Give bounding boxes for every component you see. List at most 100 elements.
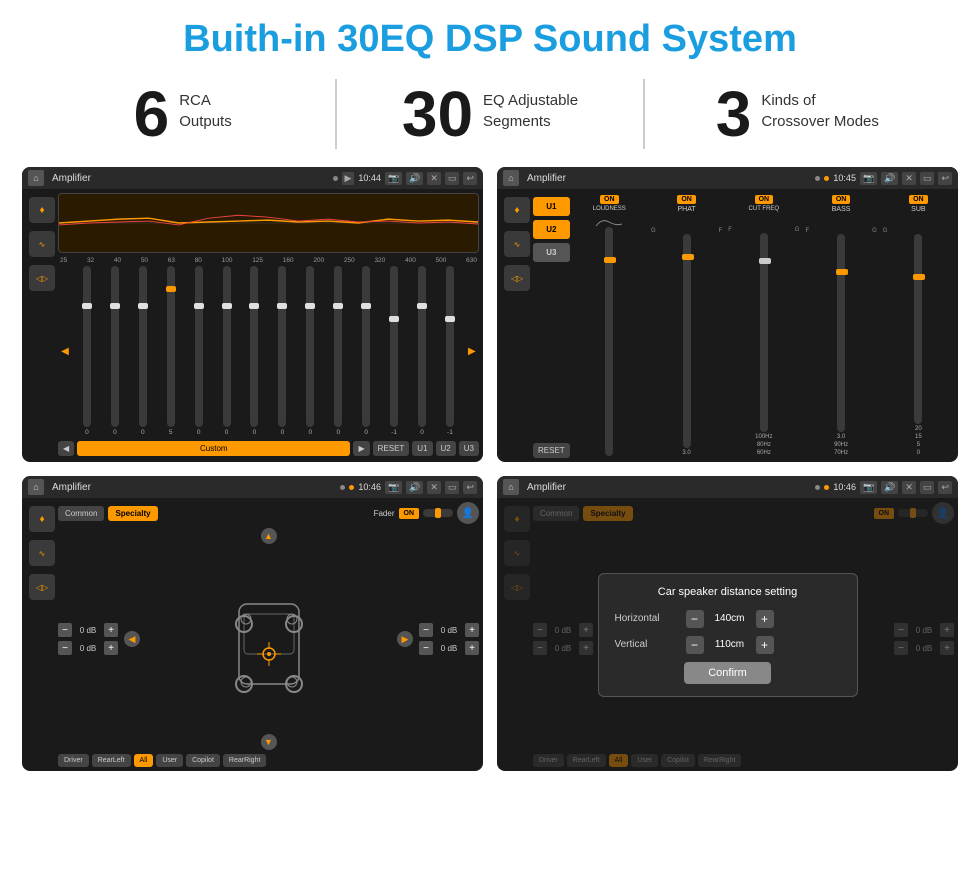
cross-reset-btn[interactable]: RESET [533, 443, 570, 458]
eq-slider-4[interactable]: 0 [186, 266, 212, 436]
eq-slider-0[interactable]: 0 [74, 266, 100, 436]
ch-sub-slider[interactable] [914, 234, 922, 424]
home-icon-3[interactable]: ⌂ [28, 479, 44, 495]
vol-plus-0[interactable]: + [104, 623, 118, 637]
eq-slider-5[interactable]: 0 [214, 266, 240, 436]
eq-arrow-left[interactable]: ◀ [58, 266, 72, 436]
volume-icon-3[interactable]: 🔊 [406, 481, 423, 494]
home-icon-1[interactable]: ⌂ [28, 170, 44, 186]
back-icon-1[interactable]: ↩ [463, 172, 477, 185]
fader-speaker-btn[interactable]: ◁▷ [29, 574, 55, 600]
cross-u1-btn[interactable]: U1 [533, 197, 570, 216]
cross-speaker-btn[interactable]: ◁▷ [504, 265, 530, 291]
fader-center-diagram: ▲ ▼ ◀ ▶ [124, 528, 413, 750]
dialog-horizontal-minus[interactable]: − [686, 610, 704, 628]
ch-sub-on[interactable]: ON [909, 195, 928, 204]
volume-icon-1[interactable]: 🔊 [406, 172, 423, 185]
eq-slider-12[interactable]: 0 [409, 266, 435, 436]
close-icon-1[interactable]: ✕ [427, 172, 441, 185]
pos-rearleft-btn[interactable]: RearLeft [92, 754, 131, 767]
eq-speaker-btn[interactable]: ◁▷ [29, 265, 55, 291]
home-icon-4[interactable]: ⌂ [503, 479, 519, 495]
vol-plus-3[interactable]: + [465, 641, 479, 655]
arrow-up-btn[interactable]: ▲ [261, 528, 277, 544]
eq-slider-8[interactable]: 0 [297, 266, 323, 436]
eq-slider-1[interactable]: 0 [102, 266, 128, 436]
ch-cutfreq-slider[interactable] [760, 233, 768, 432]
vol-plus-1[interactable]: + [104, 641, 118, 655]
pos-all-btn[interactable]: All [134, 754, 154, 767]
eq-slider-9[interactable]: 0 [325, 266, 351, 436]
eq-wave-btn[interactable]: ∿ [29, 231, 55, 257]
ch-phat-on[interactable]: ON [677, 195, 696, 204]
vol-minus-0[interactable]: − [58, 623, 72, 637]
cross-tune-btn[interactable]: ♦ [504, 197, 530, 223]
cross-u2-btn[interactable]: U2 [533, 220, 570, 239]
fader-on-badge[interactable]: ON [399, 508, 420, 519]
eq-slider-10[interactable]: 0 [353, 266, 379, 436]
vol-plus-2[interactable]: + [465, 623, 479, 637]
eq-u2-btn[interactable]: U2 [436, 441, 456, 456]
eq-slider-13[interactable]: -1 [437, 266, 463, 436]
close-icon-3[interactable]: ✕ [427, 481, 441, 494]
eq-play-btn[interactable]: ▶ [353, 441, 369, 456]
eq-slider-3[interactable]: 5 [158, 266, 184, 436]
pos-user-btn[interactable]: User [156, 754, 183, 767]
camera-icon-4: 📷 [860, 481, 877, 494]
cross-wave-btn[interactable]: ∿ [504, 231, 530, 257]
stat-number-30: 30 [402, 82, 473, 146]
fader-tune-btn[interactable]: ♦ [29, 506, 55, 532]
eq-reset-btn[interactable]: RESET [373, 441, 410, 456]
ch-bass-on[interactable]: ON [832, 195, 851, 204]
fader-slider-h[interactable] [423, 509, 453, 517]
dialog-row-vertical: Vertical − 110cm + [615, 636, 841, 654]
eq-u3-btn[interactable]: U3 [459, 441, 479, 456]
back-icon-2[interactable]: ↩ [938, 172, 952, 185]
pos-driver-btn[interactable]: Driver [58, 754, 89, 767]
arrow-down-btn[interactable]: ▼ [261, 734, 277, 750]
back-icon-4[interactable]: ↩ [938, 481, 952, 494]
eq-tune-btn[interactable]: ♦ [29, 197, 55, 223]
eq-slider-6[interactable]: 0 [242, 266, 268, 436]
arrow-right-btn[interactable]: ▶ [397, 631, 413, 647]
back-icon-3[interactable]: ↩ [463, 481, 477, 494]
status-dot-3a [340, 485, 345, 490]
eq-arrow-right[interactable]: ▶ [465, 266, 479, 436]
dialog-horizontal-plus[interactable]: + [756, 610, 774, 628]
dialog-vertical-minus[interactable]: − [686, 636, 704, 654]
eq-slider-11[interactable]: -1 [381, 266, 407, 436]
play-icon-1[interactable]: ▶ [342, 172, 355, 185]
vol-row-1: − 0 dB + [58, 641, 118, 655]
confirm-button[interactable]: Confirm [684, 662, 771, 684]
fader-wave-btn[interactable]: ∿ [29, 540, 55, 566]
volume-icon-2[interactable]: 🔊 [881, 172, 898, 185]
pos-copilot-btn[interactable]: Copilot [186, 754, 220, 767]
eq-slider-7[interactable]: 0 [269, 266, 295, 436]
ch-loudness-on[interactable]: ON [600, 195, 619, 204]
home-icon-2[interactable]: ⌂ [503, 170, 519, 186]
ch-phat-slider[interactable] [683, 234, 691, 448]
ch-bass-slider[interactable] [837, 234, 845, 432]
vol-minus-2[interactable]: − [419, 623, 433, 637]
fader-right-vols: − 0 dB + − 0 dB + [419, 528, 479, 750]
eq-slider-2[interactable]: 0 [130, 266, 156, 436]
close-icon-2[interactable]: ✕ [902, 172, 916, 185]
tab-specialty-3[interactable]: Specialty [108, 506, 157, 521]
volume-icon-4[interactable]: 🔊 [881, 481, 898, 494]
vol-minus-1[interactable]: − [58, 641, 72, 655]
avatar-btn-3[interactable]: 👤 [457, 502, 479, 524]
screen-distance: ⌂ Amplifier 10:46 📷 🔊 ✕ ▭ ↩ ♦ ∿ ◁▷ [497, 476, 958, 771]
arrow-left-btn[interactable]: ◀ [124, 631, 140, 647]
dialog-vertical-plus[interactable]: + [756, 636, 774, 654]
cross-u3-btn[interactable]: U3 [533, 243, 570, 262]
ch-loudness-slider[interactable] [605, 227, 613, 456]
vol-minus-3[interactable]: − [419, 641, 433, 655]
stat-rca: 6 RCA Outputs [60, 82, 305, 146]
eq-u1-btn[interactable]: U1 [412, 441, 432, 456]
close-icon-4[interactable]: ✕ [902, 481, 916, 494]
pos-rearright-btn[interactable]: RearRight [223, 754, 267, 767]
tab-common-3[interactable]: Common [58, 506, 104, 521]
ch-cutfreq-on[interactable]: ON [755, 195, 774, 204]
eq-prev-btn[interactable]: ◀ [58, 441, 74, 456]
eq-preset-label: Custom [77, 441, 350, 456]
